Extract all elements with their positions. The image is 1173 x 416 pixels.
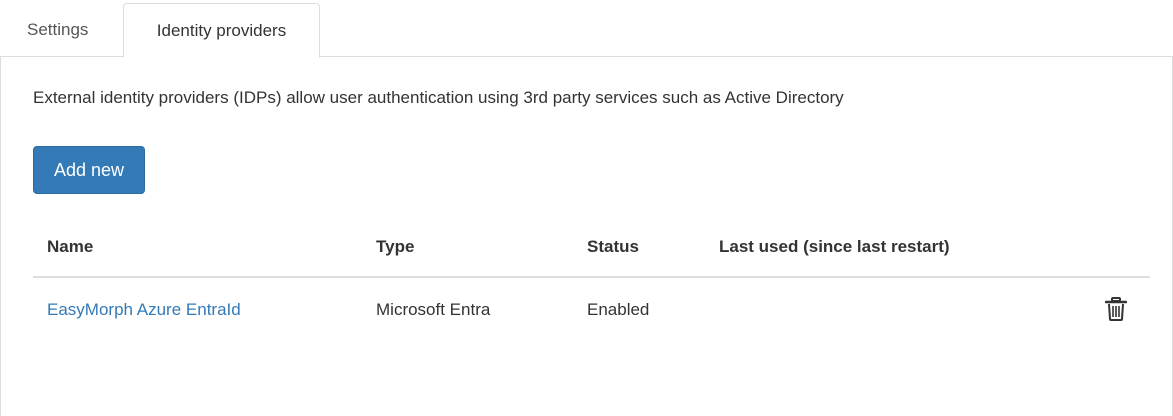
column-header-type[interactable]: Type <box>376 237 414 257</box>
provider-name-link[interactable]: EasyMorph Azure EntraId <box>47 300 241 319</box>
column-header-last-used[interactable]: Last used (since last restart) <box>719 237 950 257</box>
tab-identity-providers[interactable]: Identity providers <box>123 3 320 58</box>
panel-description: External identity providers (IDPs) allow… <box>33 88 844 107</box>
tab-bar: Settings Identity providers <box>0 0 1173 58</box>
add-new-button[interactable]: Add new <box>33 146 145 194</box>
idp-table: Name Type Status Last used (since last r… <box>33 220 1150 342</box>
provider-type-cell: Microsoft Entra <box>376 300 491 319</box>
provider-status-cell: Enabled <box>587 300 650 319</box>
provider-name-cell: EasyMorph Azure EntraId <box>47 300 241 320</box>
tab-settings[interactable]: Settings <box>27 3 88 57</box>
trash-icon[interactable] <box>1104 297 1128 321</box>
column-header-status[interactable]: Status <box>587 237 639 257</box>
table-row: EasyMorph Azure EntraId Microsoft Entra … <box>33 278 1150 342</box>
identity-providers-panel: External identity providers (IDPs) allow… <box>0 57 1173 416</box>
column-header-name[interactable]: Name <box>47 237 93 257</box>
table-header: Name Type Status Last used (since last r… <box>33 220 1150 278</box>
